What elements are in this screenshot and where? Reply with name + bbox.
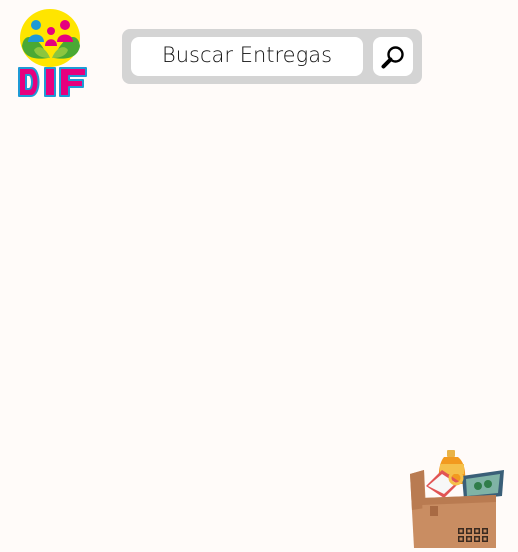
magnifier-icon [381, 45, 404, 68]
grocery-box-icon [404, 448, 512, 550]
search-bar [122, 29, 422, 84]
page [0, 0, 518, 552]
dif-family-logo-icon[interactable] [14, 6, 92, 98]
search-button[interactable] [373, 37, 413, 76]
search-input[interactable] [131, 37, 363, 76]
